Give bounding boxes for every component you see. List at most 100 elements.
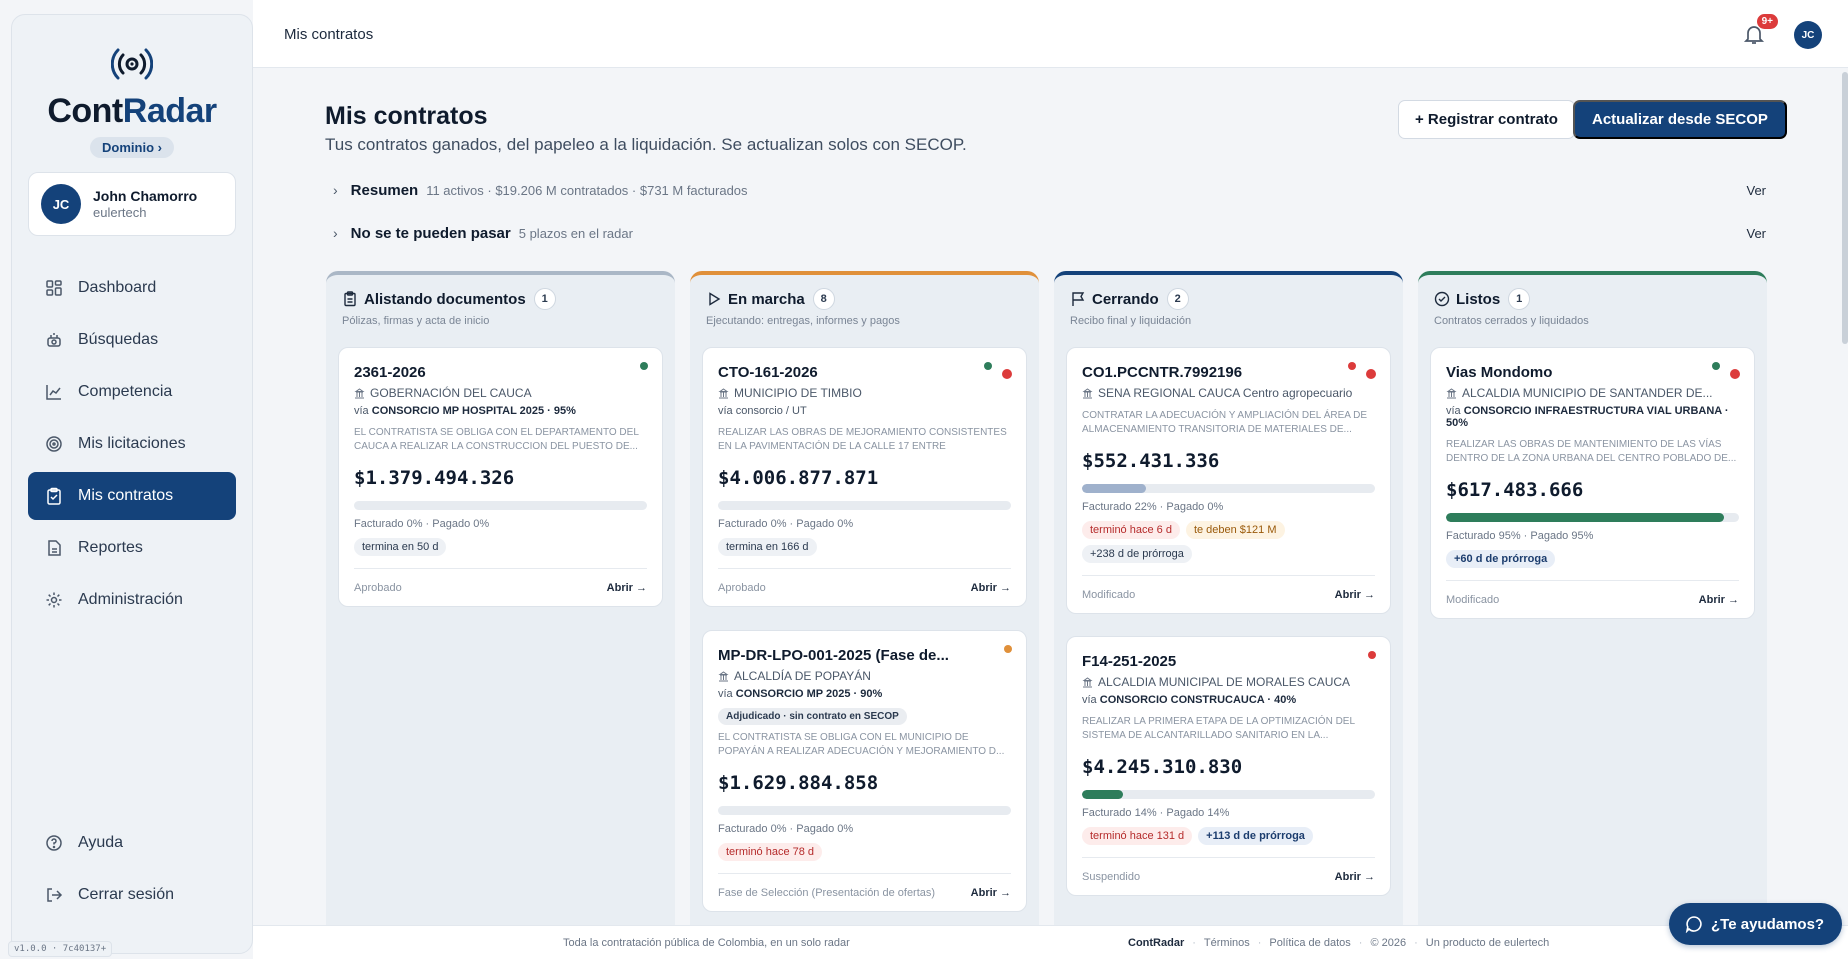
billing-status: Facturado 0% · Pagado 0% [718, 518, 854, 530]
column-count: 2 [1166, 288, 1189, 310]
billing-progress-bar [1446, 513, 1739, 522]
billing-status: Facturado 0% · Pagado 0% [354, 518, 490, 530]
footer-tagline: Toda la contratación pública de Colombia… [563, 937, 850, 949]
via-prefix: vía [1082, 694, 1097, 706]
contract-card[interactable]: MP-DR-LPO-001-2025 (Fase de... ALCALDÍA … [702, 630, 1027, 912]
sidebar-bottom: Ayuda Cerrar sesión [28, 819, 236, 923]
sidebar-item-dashboard[interactable]: Dashboard [28, 264, 236, 312]
sidebar-item-administracion[interactable]: Administración [28, 576, 236, 624]
resumen-row[interactable]: › Resumen 11 activos · $19.206 M contrat… [333, 179, 1766, 201]
billing-status: Facturado 0% · Pagado 0% [718, 823, 854, 835]
column-subtitle: Pólizas, firmas y acta de inicio [342, 315, 490, 327]
column-title: Cerrando [1092, 290, 1159, 308]
open-link[interactable]: Abrir → [1335, 871, 1375, 883]
contract-object: REALIZAR LA PRIMERA ETAPA DE LA OPTIMIZA… [1082, 716, 1355, 741]
via-prefix: vía [718, 405, 733, 417]
footer-brand[interactable]: ContRadar [1128, 937, 1184, 949]
chevron-right-icon: › [333, 182, 338, 198]
building-icon [1082, 676, 1093, 688]
column-subtitle: Recibo final y liquidación [1070, 315, 1192, 327]
sidebar-item-competencia[interactable]: Competencia [28, 368, 236, 416]
sidebar-item-label: Administración [78, 591, 183, 608]
open-link[interactable]: Abrir → [971, 582, 1011, 594]
contract-title: Vias Mondomo [1446, 364, 1553, 381]
contract-card[interactable]: Vias Mondomo ALCALDIA MUNICIPIO DE SANTA… [1430, 347, 1755, 619]
column-count: 8 [812, 288, 835, 310]
column-title: En marcha [728, 290, 805, 308]
contract-via: vía CONSORCIO MP HOSPITAL 2025 · 95% [354, 405, 647, 417]
contract-status: Suspendido [1082, 870, 1141, 883]
contract-via: vía CONSORCIO MP 2025 · 90% [718, 688, 1011, 700]
open-link[interactable]: Abrir → [607, 582, 647, 594]
footer-privacy-link[interactable]: Política de datos [1269, 937, 1350, 949]
status-dot [1368, 651, 1376, 659]
via-prefix: vía [718, 688, 733, 700]
status-dot [984, 362, 992, 370]
register-contract-button[interactable]: + Registrar contrato [1398, 100, 1575, 139]
sidebar-item-ayuda[interactable]: Ayuda [28, 819, 236, 867]
footer-product[interactable]: Un producto de eulertech [1426, 937, 1550, 949]
sidebar-item-label: Reportes [78, 539, 143, 556]
plazos-ver-link[interactable]: Ver [1746, 226, 1766, 241]
contract-card[interactable]: CTO-161-2026 MUNICIPIO DE TIMBIO vía con… [702, 347, 1027, 607]
flag-icon [1070, 291, 1086, 307]
user-card[interactable]: JC John Chamorro eulertech [28, 172, 236, 236]
alert-dot [1002, 369, 1012, 379]
sidebar-item-busquedas[interactable]: Búsquedas [28, 316, 236, 364]
footer-year: © 2026 [1370, 937, 1407, 949]
building-icon [1082, 387, 1093, 399]
radar-logo-icon [110, 48, 154, 80]
target-icon [44, 434, 64, 454]
kanban-column-en-marcha: En marcha 8 Ejecutando: entregas, inform… [690, 271, 1039, 959]
contract-via: vía CONSORCIO CONSTRUCAUCA · 40% [1082, 694, 1375, 706]
sidebar-item-reportes[interactable]: Reportes [28, 524, 236, 572]
via-value: consorcio / UT [735, 405, 807, 417]
user-name: John Chamorro [93, 188, 198, 204]
open-link[interactable]: Abrir → [1699, 594, 1739, 606]
open-link[interactable]: Abrir → [1335, 589, 1375, 601]
contract-card[interactable]: 2361-2026 GOBERNACIÓN DEL CAUCA vía CONS… [338, 347, 663, 607]
contract-card[interactable]: CO1.PCCNTR.7992196 SENA REGIONAL CAUCA C… [1066, 347, 1391, 614]
grid-icon [44, 278, 64, 298]
contract-title: CTO-161-2026 [718, 364, 818, 381]
sidebar-item-mis-licitaciones[interactable]: Mis licitaciones [28, 420, 236, 468]
domain-selector[interactable]: Dominio › [90, 137, 174, 158]
open-link[interactable]: Abrir → [971, 887, 1011, 899]
scrollbar[interactable] [1842, 72, 1848, 344]
user-org: eulertech [93, 205, 147, 220]
update-secop-button[interactable]: Actualizar desde SECOP [1573, 100, 1787, 139]
sidebar-item-label: Competencia [78, 383, 173, 400]
contract-card[interactable]: F14-251-2025 ALCALDIA MUNICIPAL DE MORAL… [1066, 636, 1391, 896]
billing-progress-bar [718, 501, 1011, 510]
plazos-row[interactable]: › No se te pueden pasar 5 plazos en el r… [333, 222, 1766, 244]
kanban-column-cerrando: Cerrando 2 Recibo final y liquidación CO… [1054, 271, 1403, 959]
check-circle-icon [1434, 291, 1450, 307]
contract-title: CO1.PCCNTR.7992196 [1082, 364, 1243, 381]
contract-entity: GOBERNACIÓN DEL CAUCA [370, 386, 532, 400]
contract-object: EL CONTRATISTA SE OBLIGA CON EL DEPARTAM… [354, 427, 639, 452]
via-value: CONSORCIO MP HOSPITAL 2025 · 95% [371, 405, 576, 417]
alert-dot [1366, 369, 1376, 379]
sidebar-item-label: Mis licitaciones [78, 435, 186, 452]
logout-icon [44, 885, 64, 905]
deadline-chip: termina en 50 d [354, 538, 447, 556]
building-icon [718, 670, 729, 682]
footer-terms-link[interactable]: Términos [1204, 937, 1250, 949]
logo[interactable]: ContRadar Dominio › [12, 15, 252, 158]
breadcrumb: Mis contratos [284, 26, 374, 43]
billing-status: Facturado 95% · Pagado 95% [1446, 530, 1594, 542]
deadline-chip: terminó hace 6 d [1082, 521, 1180, 539]
resumen-ver-link[interactable]: Ver [1746, 183, 1766, 198]
help-chat-button[interactable]: ¿Te ayudamos? [1669, 903, 1843, 945]
chat-bubble-icon [1685, 916, 1702, 933]
chevron-right-icon: › [333, 225, 338, 241]
contract-amount: $617.483.666 [1446, 479, 1584, 501]
topbar: Mis contratos 9+ JC [253, 0, 1848, 68]
gear-icon [44, 590, 64, 610]
avatar[interactable]: JC [1794, 21, 1822, 49]
via-value: CONSORCIO CONSTRUCAUCA · 40% [1099, 694, 1297, 706]
sidebar-item-cerrar-sesion[interactable]: Cerrar sesión [28, 871, 236, 919]
sidebar-item-mis-contratos[interactable]: Mis contratos [28, 472, 236, 520]
footer-separator: · [1358, 937, 1363, 949]
radar-icon [44, 330, 64, 350]
